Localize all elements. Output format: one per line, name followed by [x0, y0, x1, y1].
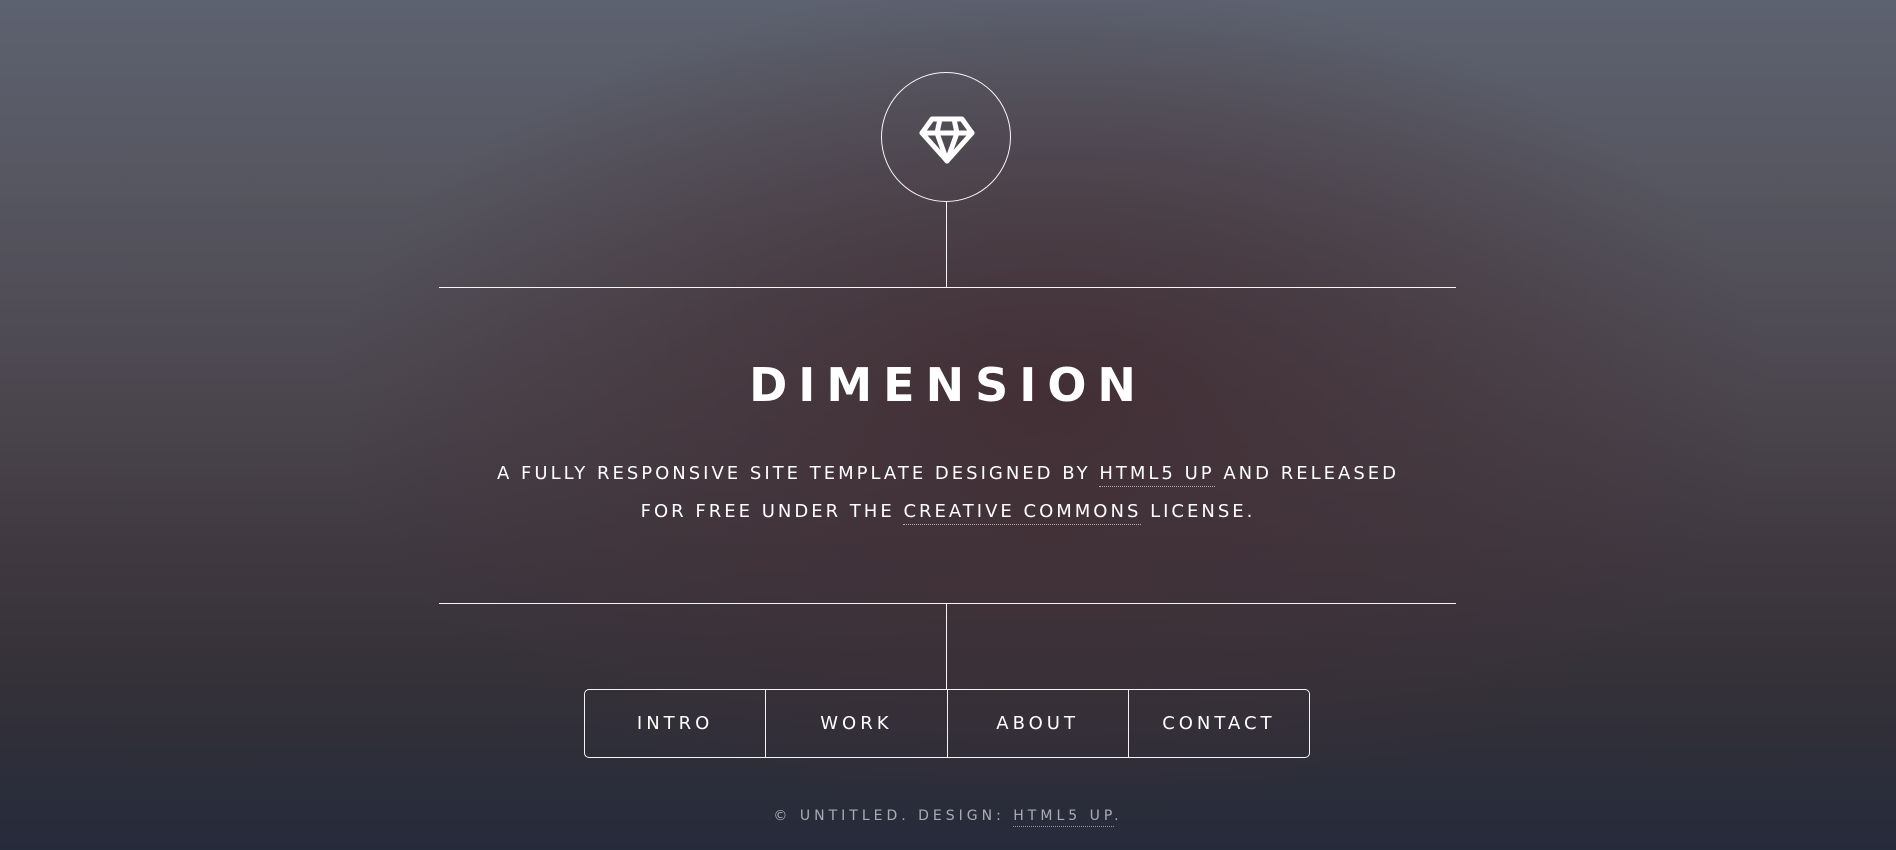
diamond-icon: [919, 116, 975, 164]
logo-connector-line: [946, 202, 947, 288]
copyright-text: © UNTITLED. DESIGN:: [773, 808, 1014, 824]
logo: [881, 72, 1011, 202]
site-title: DIMENSION: [749, 358, 1147, 412]
page: DIMENSION A FULLY RESPONSIVE SITE TEMPLA…: [0, 0, 1896, 850]
tagline-text: AND RELEASED: [1214, 463, 1399, 484]
copyright-text: .: [1114, 808, 1123, 824]
tagline-line-1: A FULLY RESPONSIVE SITE TEMPLATE DESIGNE…: [0, 463, 1896, 487]
nav-item-intro[interactable]: INTRO: [585, 690, 767, 757]
tagline-text: A FULLY RESPONSIVE SITE TEMPLATE DESIGNE…: [497, 463, 1100, 484]
html5up-link[interactable]: HTML5 UP: [1099, 463, 1215, 487]
footer-html5up-link[interactable]: HTML5 UP: [1013, 808, 1115, 827]
tagline-text: FOR FREE UNDER THE: [640, 501, 904, 522]
header-bottom-divider: [439, 603, 1456, 604]
tagline-line-2: FOR FREE UNDER THE CREATIVE COMMONS LICE…: [0, 501, 1896, 525]
nav-connector-line: [946, 603, 947, 689]
main-nav: INTRO WORK ABOUT CONTACT: [584, 689, 1310, 758]
tagline-text: LICENSE.: [1141, 501, 1256, 522]
nav-item-contact[interactable]: CONTACT: [1129, 690, 1309, 757]
footer-copyright: © UNTITLED. DESIGN: HTML5 UP.: [0, 808, 1896, 827]
header-top-divider: [439, 287, 1456, 288]
nav-item-work[interactable]: WORK: [766, 690, 948, 757]
nav-item-about[interactable]: ABOUT: [948, 690, 1129, 757]
creative-commons-link[interactable]: CREATIVE COMMONS: [903, 501, 1142, 525]
